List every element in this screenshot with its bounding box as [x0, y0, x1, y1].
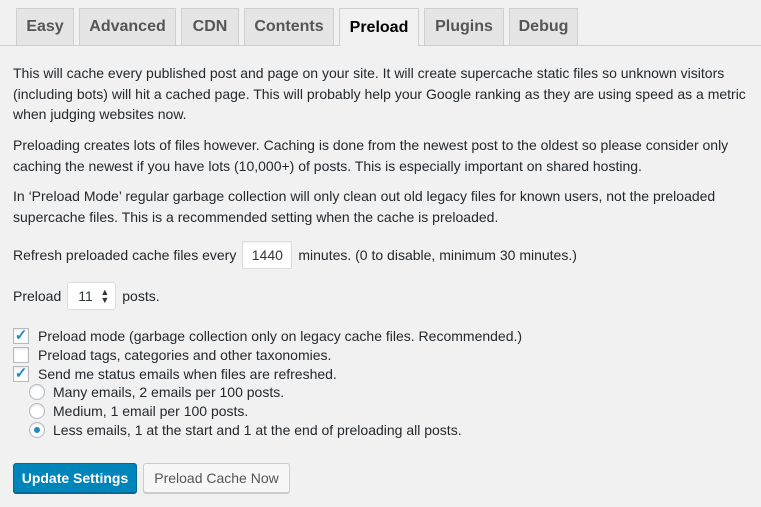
tab-preload[interactable]: Preload	[339, 8, 419, 46]
preload-count-suffix: posts.	[122, 288, 160, 304]
tab-plugins[interactable]: Plugins	[424, 8, 504, 45]
refresh-interval-row: Refresh preloaded cache files every minu…	[13, 241, 577, 269]
preload-mode-label: Preload mode (garbage collection only on…	[38, 328, 523, 344]
preload-count-label: Preload	[13, 288, 62, 304]
checkmark-icon: ✓	[14, 365, 28, 382]
preload-taxonomies-label: Preload tags, categories and other taxon…	[38, 347, 332, 363]
tab-debug[interactable]: Debug	[509, 8, 578, 45]
refresh-label: Refresh preloaded cache files every	[13, 247, 237, 263]
email-many-label: Many emails, 2 emails per 100 posts.	[53, 384, 285, 400]
tab-easy[interactable]: Easy	[16, 8, 74, 45]
refresh-hint: minutes. (0 to disable, minimum 30 minut…	[298, 247, 577, 263]
email-option-less[interactable]: Less emails, 1 at the start and 1 at the…	[29, 421, 462, 439]
preload-taxonomies-checkbox[interactable]	[13, 347, 29, 363]
preload-mode-note: In ‘Preload Mode’ regular garbage collec…	[13, 188, 716, 225]
checkmark-icon: ✓	[14, 327, 28, 344]
status-emails-checkbox[interactable]: ✓	[13, 366, 29, 382]
update-settings-button[interactable]: Update Settings	[13, 463, 137, 493]
email-less-label: Less emails, 1 at the start and 1 at the…	[53, 422, 462, 438]
email-less-radio[interactable]	[29, 422, 45, 438]
tab-advanced[interactable]: Advanced	[79, 8, 176, 45]
email-many-radio[interactable]	[29, 384, 45, 400]
preload-count-row: Preload 11 ▲ ▼ posts.	[13, 282, 160, 310]
select-arrows-icon: ▲ ▼	[100, 287, 110, 305]
email-option-many[interactable]: Many emails, 2 emails per 100 posts.	[29, 383, 284, 401]
radio-selected-dot	[34, 427, 40, 433]
preload-cache-now-button[interactable]: Preload Cache Now	[143, 463, 290, 493]
email-medium-label: Medium, 1 email per 100 posts.	[53, 403, 249, 419]
preload-taxonomies-option[interactable]: Preload tags, categories and other taxon…	[13, 346, 331, 364]
email-medium-radio[interactable]	[29, 403, 45, 419]
status-emails-option[interactable]: ✓ Send me status emails when files are r…	[13, 365, 337, 383]
preload-warning: Preloading creates lots of files however…	[13, 137, 729, 174]
preload-mode-checkbox[interactable]: ✓	[13, 328, 29, 344]
tab-contents[interactable]: Contents	[244, 8, 334, 45]
preload-count-select[interactable]: 11 ▲ ▼	[67, 282, 117, 310]
preload-description: This will cache every published post and…	[13, 65, 746, 122]
preload-mode-option[interactable]: ✓ Preload mode (garbage collection only …	[13, 327, 522, 345]
email-option-medium[interactable]: Medium, 1 email per 100 posts.	[29, 402, 248, 420]
status-emails-label: Send me status emails when files are ref…	[38, 366, 337, 382]
settings-tabs: Easy Advanced CDN Contents Preload Plugi…	[0, 0, 761, 46]
refresh-minutes-input[interactable]	[242, 241, 293, 269]
preload-count-value: 11	[78, 288, 93, 304]
tab-cdn[interactable]: CDN	[181, 8, 239, 45]
